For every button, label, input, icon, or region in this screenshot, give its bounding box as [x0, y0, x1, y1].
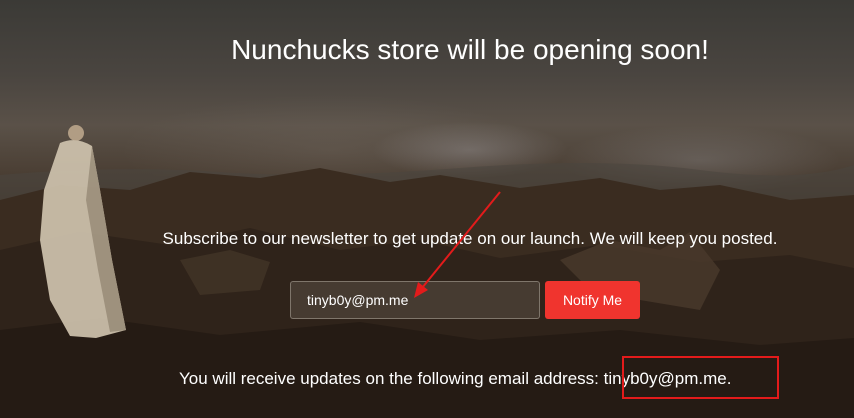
- annotation-arrow-icon: [414, 191, 501, 298]
- page: Nunchucks store will be opening soon! Su…: [0, 0, 854, 418]
